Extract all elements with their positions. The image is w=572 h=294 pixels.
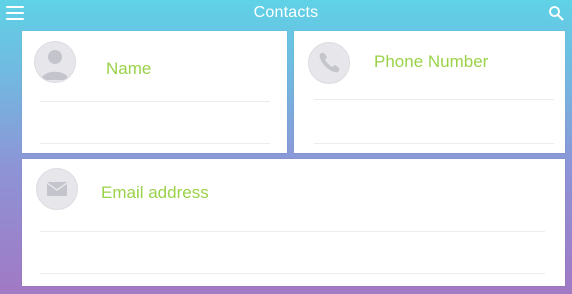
divider bbox=[314, 143, 554, 144]
contacts-screen: Contacts Name Phone Number Email address bbox=[0, 0, 572, 294]
page-title: Contacts bbox=[253, 4, 319, 21]
name-card[interactable]: Name bbox=[22, 31, 287, 153]
divider bbox=[40, 143, 270, 144]
divider bbox=[40, 101, 270, 102]
email-card[interactable]: Email address bbox=[22, 159, 565, 286]
divider bbox=[314, 99, 554, 100]
envelope-icon bbox=[36, 168, 78, 210]
name-label: Name bbox=[106, 59, 152, 78]
top-bar: Contacts bbox=[0, 0, 572, 28]
divider bbox=[40, 231, 545, 232]
person-icon bbox=[34, 41, 76, 83]
phone-card[interactable]: Phone Number bbox=[294, 31, 565, 153]
phone-number-label: Phone Number bbox=[374, 52, 489, 71]
phone-icon bbox=[308, 42, 350, 84]
search-icon[interactable] bbox=[548, 5, 564, 21]
email-address-label: Email address bbox=[101, 183, 209, 202]
divider bbox=[40, 273, 545, 274]
